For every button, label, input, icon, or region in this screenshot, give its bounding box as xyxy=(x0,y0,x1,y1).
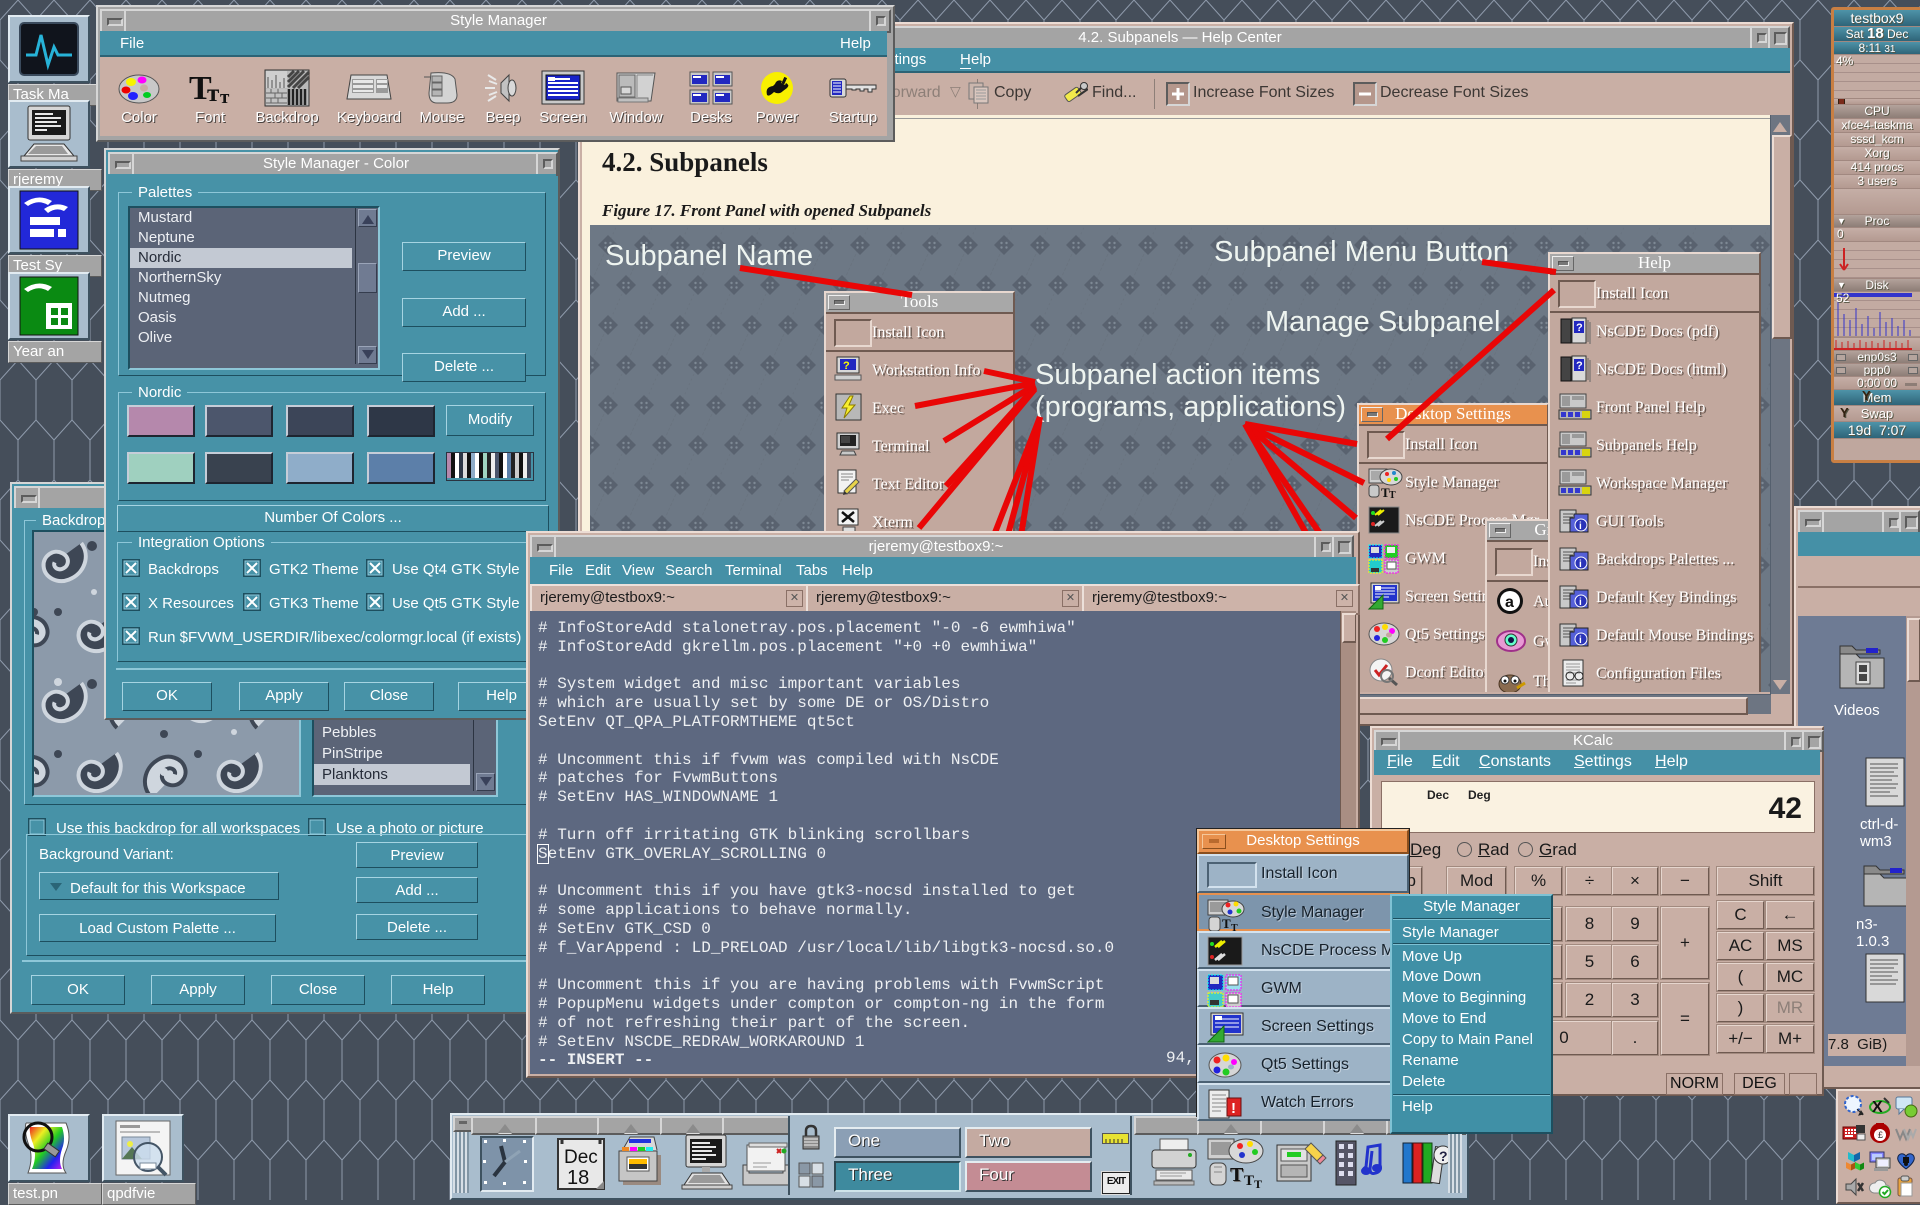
svg-text:т: т xyxy=(207,80,219,107)
svg-text:T: T xyxy=(1244,1173,1254,1189)
svg-text:T: T xyxy=(1254,1177,1262,1191)
svg-text:£: £ xyxy=(1878,1130,1883,1140)
svg-text:18: 18 xyxy=(567,1167,589,1189)
svg-text:T: T xyxy=(1222,916,1231,931)
svg-text:T: T xyxy=(1230,1164,1244,1186)
svg-text:!: ! xyxy=(1231,1100,1236,1117)
svg-text:?: ? xyxy=(1439,1148,1448,1164)
svg-text:Dec: Dec xyxy=(564,1147,598,1168)
svg-text:X: X xyxy=(1872,1099,1883,1116)
svg-text:т: т xyxy=(220,87,230,107)
